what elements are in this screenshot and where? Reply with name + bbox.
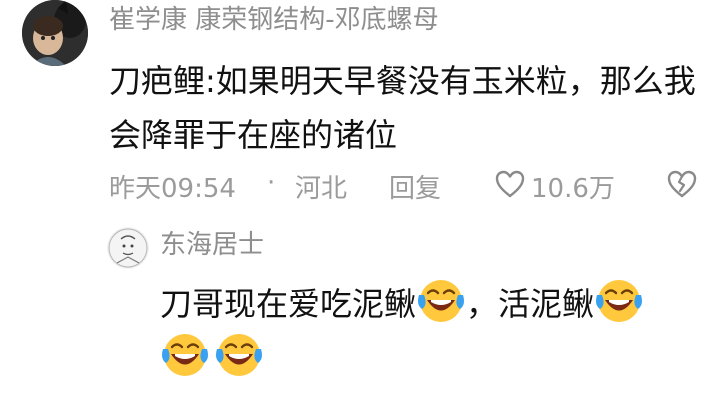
tears-of-joy-emoji (216, 334, 262, 376)
comment-meta: 昨天09:54 · 河北 回复 10.6万 (109, 164, 709, 208)
reply-text-line-2 (160, 329, 264, 385)
reply: 东海居士 刀哥现在爱吃泥鳅 ，活泥鳅 (103, 225, 720, 405)
reply-button[interactable]: 回复 (389, 168, 441, 205)
tears-of-joy-emoji (162, 334, 208, 376)
comment-location: 河北 (295, 174, 348, 204)
comment-text: 刀疤鲤:如果明天早餐没有玉米粒，那么我会降罪于在座的诸位 (109, 62, 696, 154)
broken-heart-icon[interactable] (667, 170, 697, 198)
comment-time: 昨天09:54 (109, 174, 236, 204)
reply-text-line-1: 刀哥现在爱吃泥鳅 ，活泥鳅 (160, 275, 644, 331)
commenter-avatar[interactable] (22, 0, 88, 66)
reply-text-part-2: ，活泥鳅 (466, 285, 595, 323)
heart-outline-icon[interactable] (495, 170, 525, 198)
tears-of-joy-emoji (596, 280, 643, 322)
reply-avatar[interactable] (107, 227, 149, 269)
commenter-name[interactable]: 崔学康 康荣钢结构-邓底螺母 (109, 2, 439, 38)
reply-text-part-1: 刀哥现在爱吃泥鳅 (160, 285, 417, 323)
meta-separator: · (267, 168, 276, 198)
tears-of-joy-emoji (418, 280, 465, 322)
reply-author-name[interactable]: 东海居士 (160, 225, 264, 265)
like-count: 10.6万 (531, 174, 615, 204)
